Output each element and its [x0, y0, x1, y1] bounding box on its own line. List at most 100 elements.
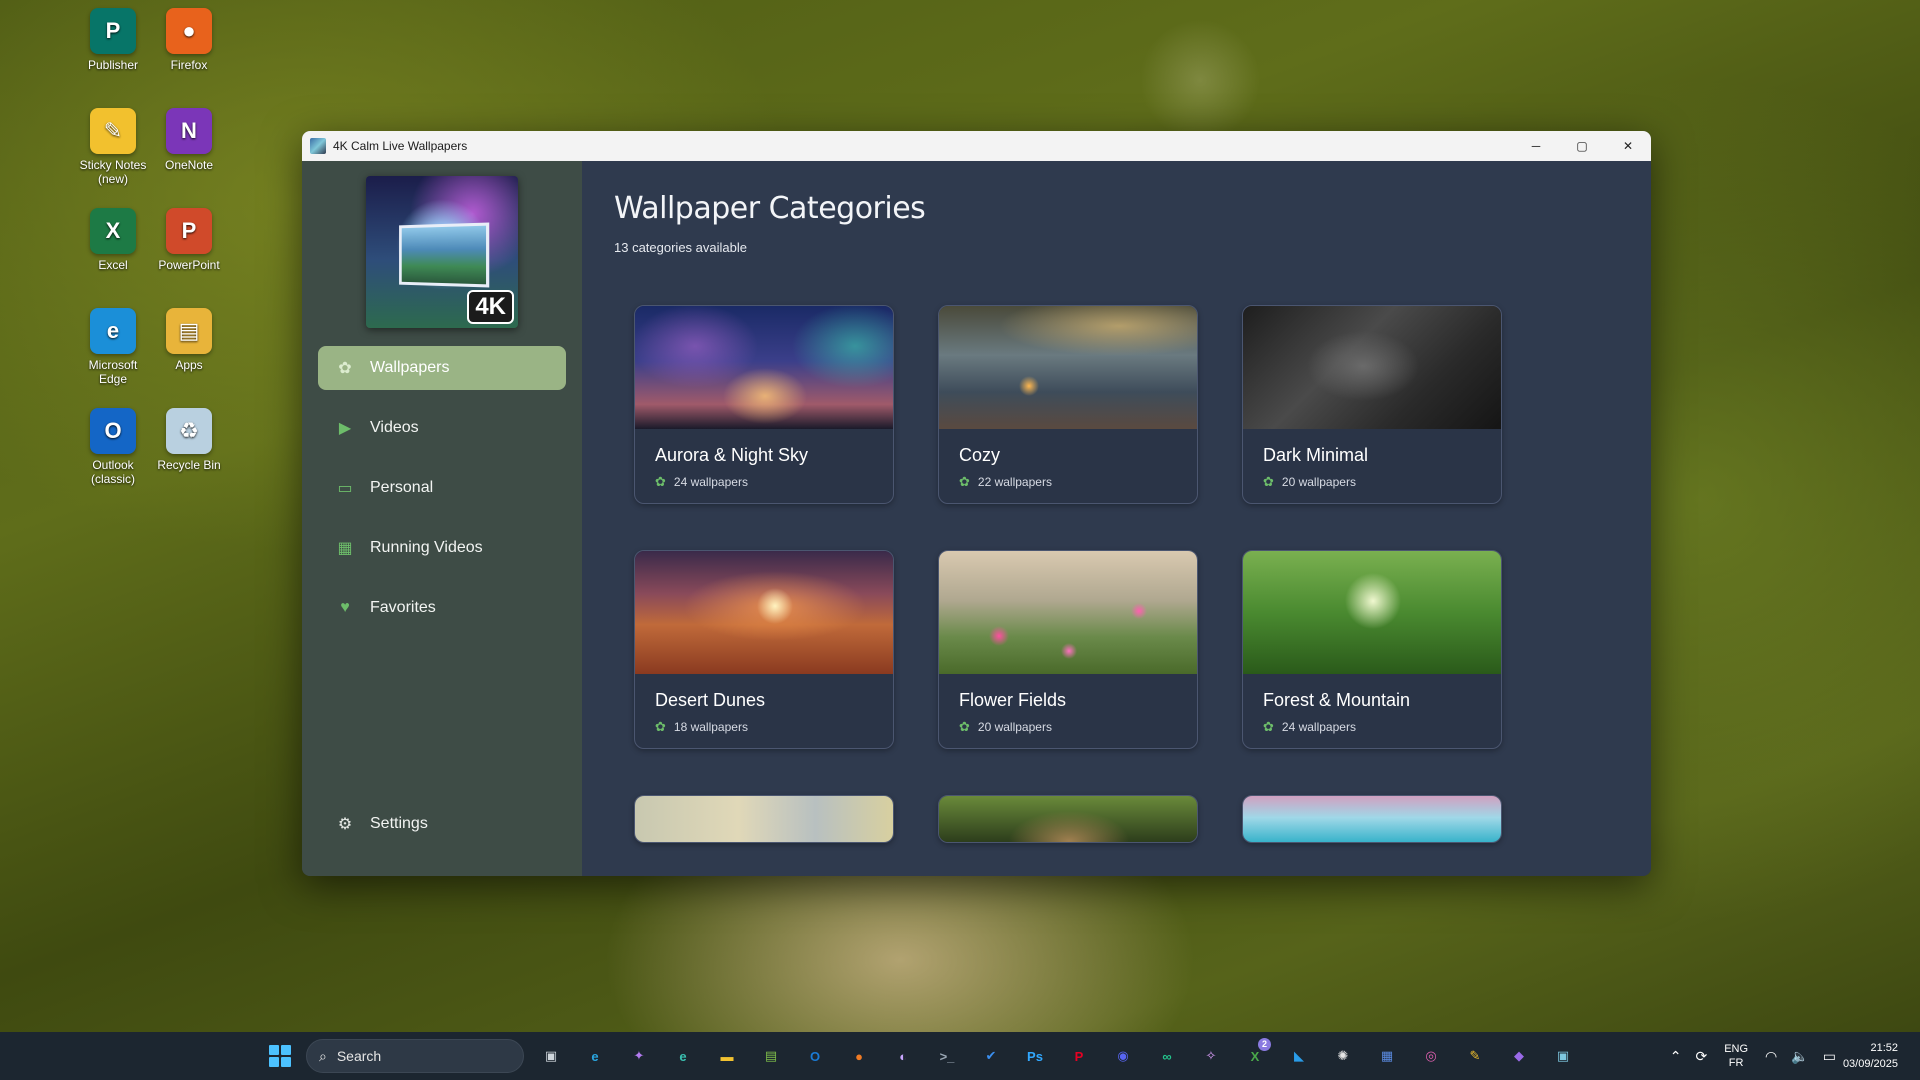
- taskbar-app-photoshop[interactable]: Ps: [1019, 1040, 1051, 1072]
- sidebar-item-personal[interactable]: ▭ Personal: [318, 466, 566, 510]
- taskbar-app-notepad[interactable]: ▤: [755, 1040, 787, 1072]
- page-title: Wallpaper Categories: [614, 191, 926, 226]
- pinterest-icon: P: [1074, 1048, 1084, 1064]
- gallery-icon: ✿: [338, 360, 352, 377]
- tray-chevron-icon[interactable]: ⌃: [1670, 1048, 1682, 1065]
- taskbar-app-app-wand[interactable]: ✧: [1195, 1040, 1227, 1072]
- taskbar-app-app-green[interactable]: ∞: [1151, 1040, 1183, 1072]
- sidebar-nav: ✿ Wallpapers ▶ Videos ▭ Personal ▦ Running …: [302, 346, 582, 646]
- terminal-icon: >_: [939, 1048, 955, 1064]
- desktop-icon-label: PowerPoint: [158, 258, 220, 272]
- sidebar-item-wallpapers[interactable]: ✿ Wallpapers: [318, 346, 566, 390]
- desktop-icon[interactable]: O Outlook (classic): [75, 408, 151, 486]
- taskbar-app-app-pink[interactable]: ◎: [1415, 1040, 1447, 1072]
- start-button[interactable]: [269, 1045, 291, 1067]
- taskbar-app-discord[interactable]: ◉: [1107, 1040, 1139, 1072]
- taskbar-app-visual-studio[interactable]: ◆: [1503, 1040, 1535, 1072]
- category-card[interactable]: Desert Dunes ✿ 18 wallpapers: [634, 550, 894, 749]
- desktop-icon-label: Apps: [175, 358, 203, 372]
- desktop-icon[interactable]: P Publisher: [75, 8, 151, 72]
- taskbar-app-pinterest[interactable]: P: [1063, 1040, 1095, 1072]
- windows-logo-icon: [269, 1045, 279, 1055]
- category-card[interactable]: Forest & Mountain ✿ 24 wallpapers: [1242, 550, 1502, 749]
- desktop-icon[interactable]: e Microsoft Edge: [75, 308, 151, 386]
- edge-dev-icon: e: [679, 1048, 687, 1064]
- taskbar-app-terminal[interactable]: >_: [931, 1040, 963, 1072]
- taskbar-app-task-view[interactable]: ▣: [535, 1040, 567, 1072]
- category-card[interactable]: Dark Minimal ✿ 20 wallpapers: [1242, 305, 1502, 504]
- sidebar-item-running-videos[interactable]: ▦ Running Videos: [318, 526, 566, 570]
- taskbar-app-file-explorer[interactable]: ▬: [711, 1040, 743, 1072]
- desktop-icon-label: Microsoft Edge: [88, 358, 138, 386]
- app-green-icon: ∞: [1162, 1048, 1172, 1064]
- desktop-app-icon: P: [166, 208, 212, 254]
- taskbar-app-copilot[interactable]: ✦: [623, 1040, 655, 1072]
- taskbar: ⌕ Search ▣ e ✦ e ▬ ▤ O ● ◐ >_ ✔ Ps P ◉ ∞ ✧ X 2 ◣ ✺ ▦ ◎ ✎ ◆ ▣ ⌃ ⟳…: [0, 1032, 1920, 1080]
- category-name: Forest & Mountain: [1263, 690, 1411, 710]
- desktop-app-icon: e: [90, 308, 136, 354]
- wifi-icon[interactable]: ◠: [1765, 1048, 1777, 1065]
- category-card[interactable]: [938, 795, 1198, 843]
- taskbar-app-calm-wallpapers[interactable]: ▣: [1547, 1040, 1579, 1072]
- desktop-icon[interactable]: ● Firefox: [151, 8, 227, 72]
- gallery-icon: ✿: [959, 719, 970, 734]
- taskbar-search[interactable]: ⌕ Search: [306, 1039, 524, 1073]
- language-primary: ENG: [1724, 1043, 1749, 1055]
- taskbar-app-todo[interactable]: ✔: [975, 1040, 1007, 1072]
- search-icon: ⌕: [319, 1047, 327, 1064]
- sidebar-item-favorites[interactable]: ♥ Favorites: [318, 586, 566, 630]
- taskbar-app-xbox[interactable]: X2: [1239, 1038, 1271, 1072]
- sidebar-item-videos[interactable]: ▶ Videos: [318, 406, 566, 450]
- category-thumbnail: [1243, 551, 1501, 674]
- search-placeholder: Search: [336, 1048, 382, 1064]
- taskbar-app-edge-dev[interactable]: e: [667, 1040, 699, 1072]
- category-thumbnail: [939, 551, 1197, 674]
- category-card[interactable]: Aurora & Night Sky ✿ 24 wallpapers: [634, 305, 894, 504]
- title-bar[interactable]: 4K Calm Live Wallpapers ─ ▢ ✕: [302, 131, 1651, 161]
- app-wand-icon: ✧: [1205, 1048, 1217, 1063]
- desktop-icon-label: Outlook (classic): [91, 458, 135, 486]
- desktop-icon[interactable]: ♻ Recycle Bin: [151, 408, 227, 472]
- desktop-app-icon: ●: [166, 8, 212, 54]
- taskbar-app-firefox[interactable]: ●: [843, 1040, 875, 1072]
- desktop-icon[interactable]: X Excel: [75, 208, 151, 272]
- desktop-icon[interactable]: N OneNote: [151, 108, 227, 172]
- clock-time: 21:52: [1870, 1042, 1898, 1054]
- desktop-icon[interactable]: P PowerPoint: [151, 208, 227, 272]
- logo-4k-badge: 4K: [467, 290, 514, 324]
- taskbar-app-chatgpt[interactable]: ✺: [1327, 1040, 1359, 1072]
- language-indicator[interactable]: ENG FR: [1724, 1042, 1748, 1070]
- firefox-icon: ●: [855, 1048, 863, 1064]
- desktop-icon[interactable]: ▤ Apps: [151, 308, 227, 372]
- todo-icon: ✔: [985, 1048, 997, 1063]
- windows-logo-icon: [269, 1057, 279, 1067]
- desktop-icon-label: OneNote: [164, 158, 214, 172]
- app-purple-icon: ◐: [899, 1048, 907, 1064]
- maximize-button[interactable]: ▢: [1559, 131, 1605, 161]
- taskbar-app-vscode[interactable]: ◣: [1283, 1040, 1315, 1072]
- battery-icon[interactable]: ▭: [1823, 1048, 1836, 1065]
- taskbar-app-app-purple[interactable]: ◐: [887, 1040, 919, 1072]
- taskbar-apps: ▣ e ✦ e ▬ ▤ O ● ◐ >_ ✔ Ps P ◉ ∞ ✧ X 2 ◣ ✺ ▦ ◎ ✎ ◆ ▣: [535, 1038, 1579, 1072]
- windows-logo-icon: [281, 1057, 291, 1067]
- category-card[interactable]: [1242, 795, 1502, 843]
- taskbar-app-outlook[interactable]: O: [799, 1040, 831, 1072]
- sync-icon[interactable]: ⟳: [1695, 1048, 1707, 1065]
- taskbar-app-app-blue[interactable]: ▦: [1371, 1040, 1403, 1072]
- taskbar-app-sticky-notes[interactable]: ✎: [1459, 1040, 1491, 1072]
- grid-icon: ▦: [337, 540, 353, 557]
- minimize-button[interactable]: ─: [1513, 131, 1559, 161]
- category-card[interactable]: Flower Fields ✿ 20 wallpapers: [938, 550, 1198, 749]
- category-card[interactable]: Cozy ✿ 22 wallpapers: [938, 305, 1198, 504]
- taskbar-app-edge[interactable]: e: [579, 1040, 611, 1072]
- close-button[interactable]: ✕: [1605, 131, 1651, 161]
- desktop-app-icon: ▤: [166, 308, 212, 354]
- desktop-icon-label: Recycle Bin: [157, 458, 221, 472]
- calm-wallpapers-icon: ▣: [1556, 1048, 1570, 1063]
- desktop-icon[interactable]: ✎ Sticky Notes (new): [75, 108, 151, 186]
- sidebar-item-settings[interactable]: ⚙ Settings: [318, 802, 566, 846]
- category-card[interactable]: [634, 795, 894, 843]
- clock[interactable]: 21:52 03/09/2025: [1843, 1040, 1898, 1072]
- main-content: Wallpaper Categories 13 categories avail…: [582, 161, 1651, 876]
- volume-icon[interactable]: 🔈: [1791, 1048, 1808, 1065]
